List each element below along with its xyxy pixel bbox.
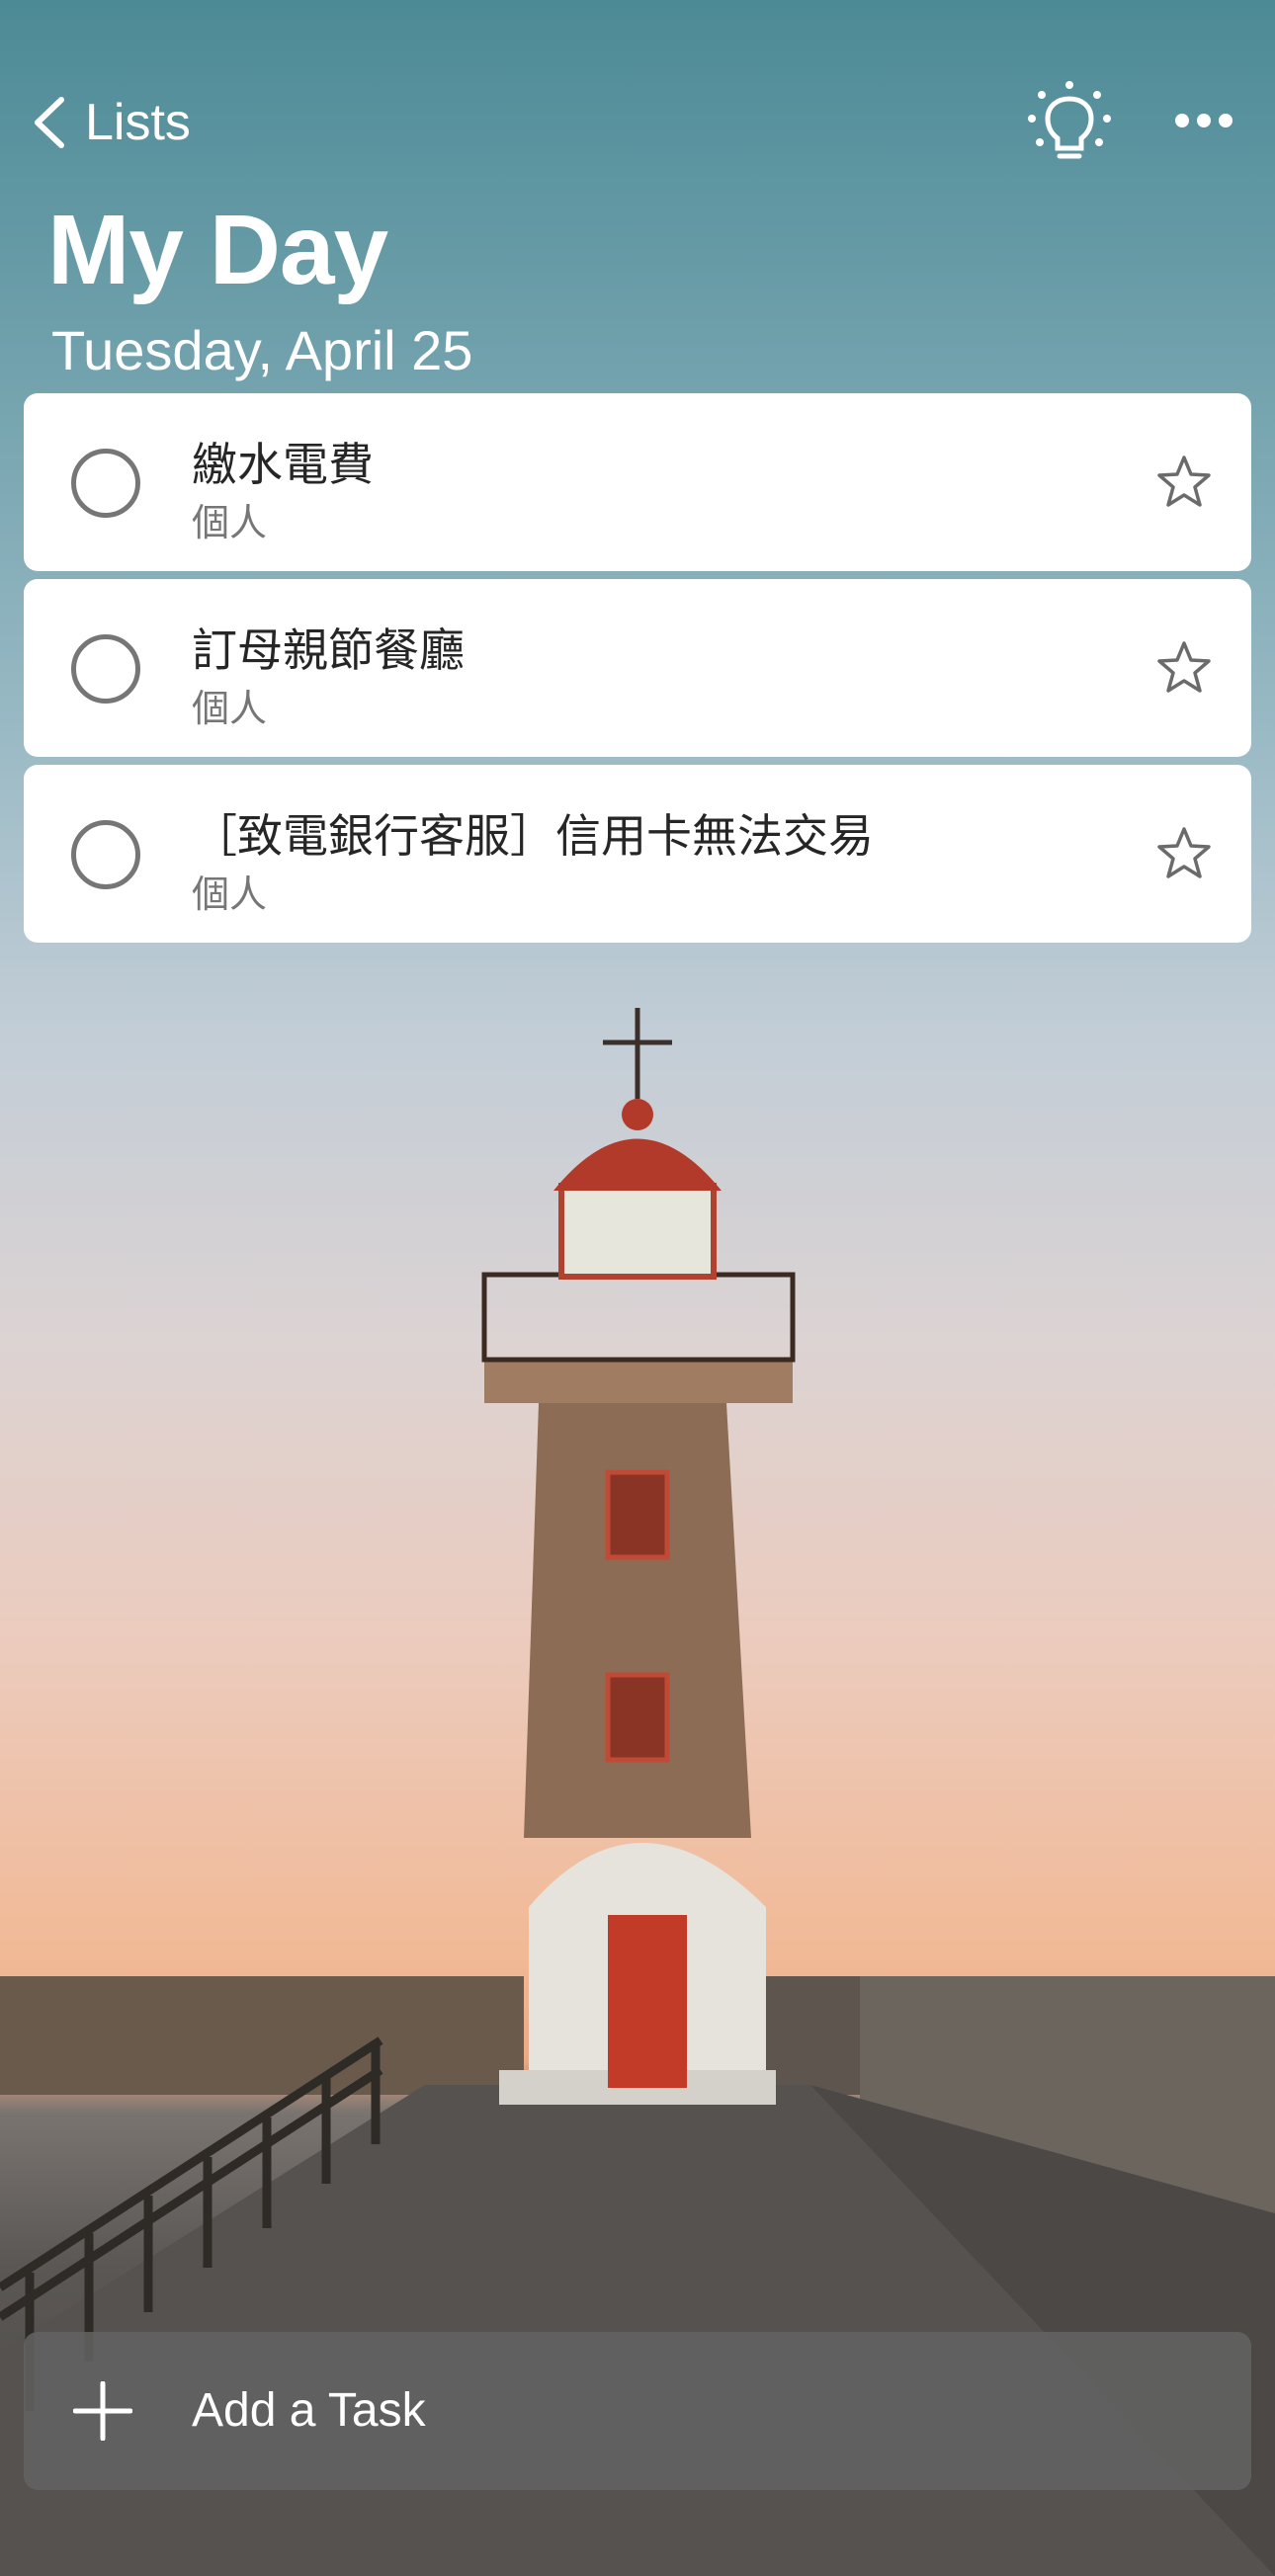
task-list-name: 個人 — [192, 874, 268, 916]
left-wall — [0, 1976, 524, 2095]
back-to-lists-button[interactable]: Lists — [30, 91, 191, 154]
lighthouse-tower — [524, 1403, 751, 1838]
lightbulb-icon — [1028, 81, 1111, 159]
task-title: 訂母親節餐廳 — [192, 624, 465, 676]
tower-window-upper — [605, 1469, 670, 1560]
add-task-label: Add a Task — [192, 2384, 426, 2437]
task-item[interactable]: 繳水電費 個人 — [24, 393, 1251, 571]
task-complete-checkbox[interactable] — [71, 634, 140, 704]
more-options-button[interactable] — [1158, 77, 1249, 168]
chevron-left-icon — [35, 97, 64, 148]
more-icon — [1175, 114, 1232, 127]
page-title: My Day — [47, 195, 388, 305]
task-item[interactable]: 訂母親節餐廳 個人 — [24, 579, 1251, 757]
task-complete-checkbox[interactable] — [71, 449, 140, 518]
tower-window-lower — [605, 1672, 670, 1763]
task-complete-checkbox[interactable] — [71, 820, 140, 889]
add-task-input[interactable]: Add a Task — [24, 2332, 1251, 2490]
back-label: Lists — [85, 94, 191, 151]
lighthouse-dome — [553, 1138, 722, 1191]
background-lighthouse-image — [0, 1008, 1275, 2576]
plus-icon — [72, 2380, 133, 2442]
page-date: Tuesday, April 25 — [51, 319, 473, 381]
task-title: ［致電銀行客服］信用卡無法交易 — [192, 810, 874, 862]
lighthouse-gallery — [484, 1360, 793, 1403]
task-item[interactable]: ［致電銀行客服］信用卡無法交易 個人 — [24, 765, 1251, 943]
task-list-name: 個人 — [192, 689, 268, 730]
red-door — [608, 1915, 687, 2088]
task-title: 繳水電費 — [192, 439, 374, 490]
star-icon[interactable] — [1154, 824, 1214, 883]
star-icon[interactable] — [1154, 453, 1214, 512]
suggestions-button[interactable] — [1024, 77, 1115, 168]
task-list: 繳水電費 個人 訂母親節餐廳 個人 ［致電銀行客服］信用卡無法交易 個人 — [24, 393, 1251, 951]
task-list-name: 個人 — [192, 503, 268, 544]
lantern-room — [558, 1183, 717, 1280]
star-icon[interactable] — [1154, 638, 1214, 698]
